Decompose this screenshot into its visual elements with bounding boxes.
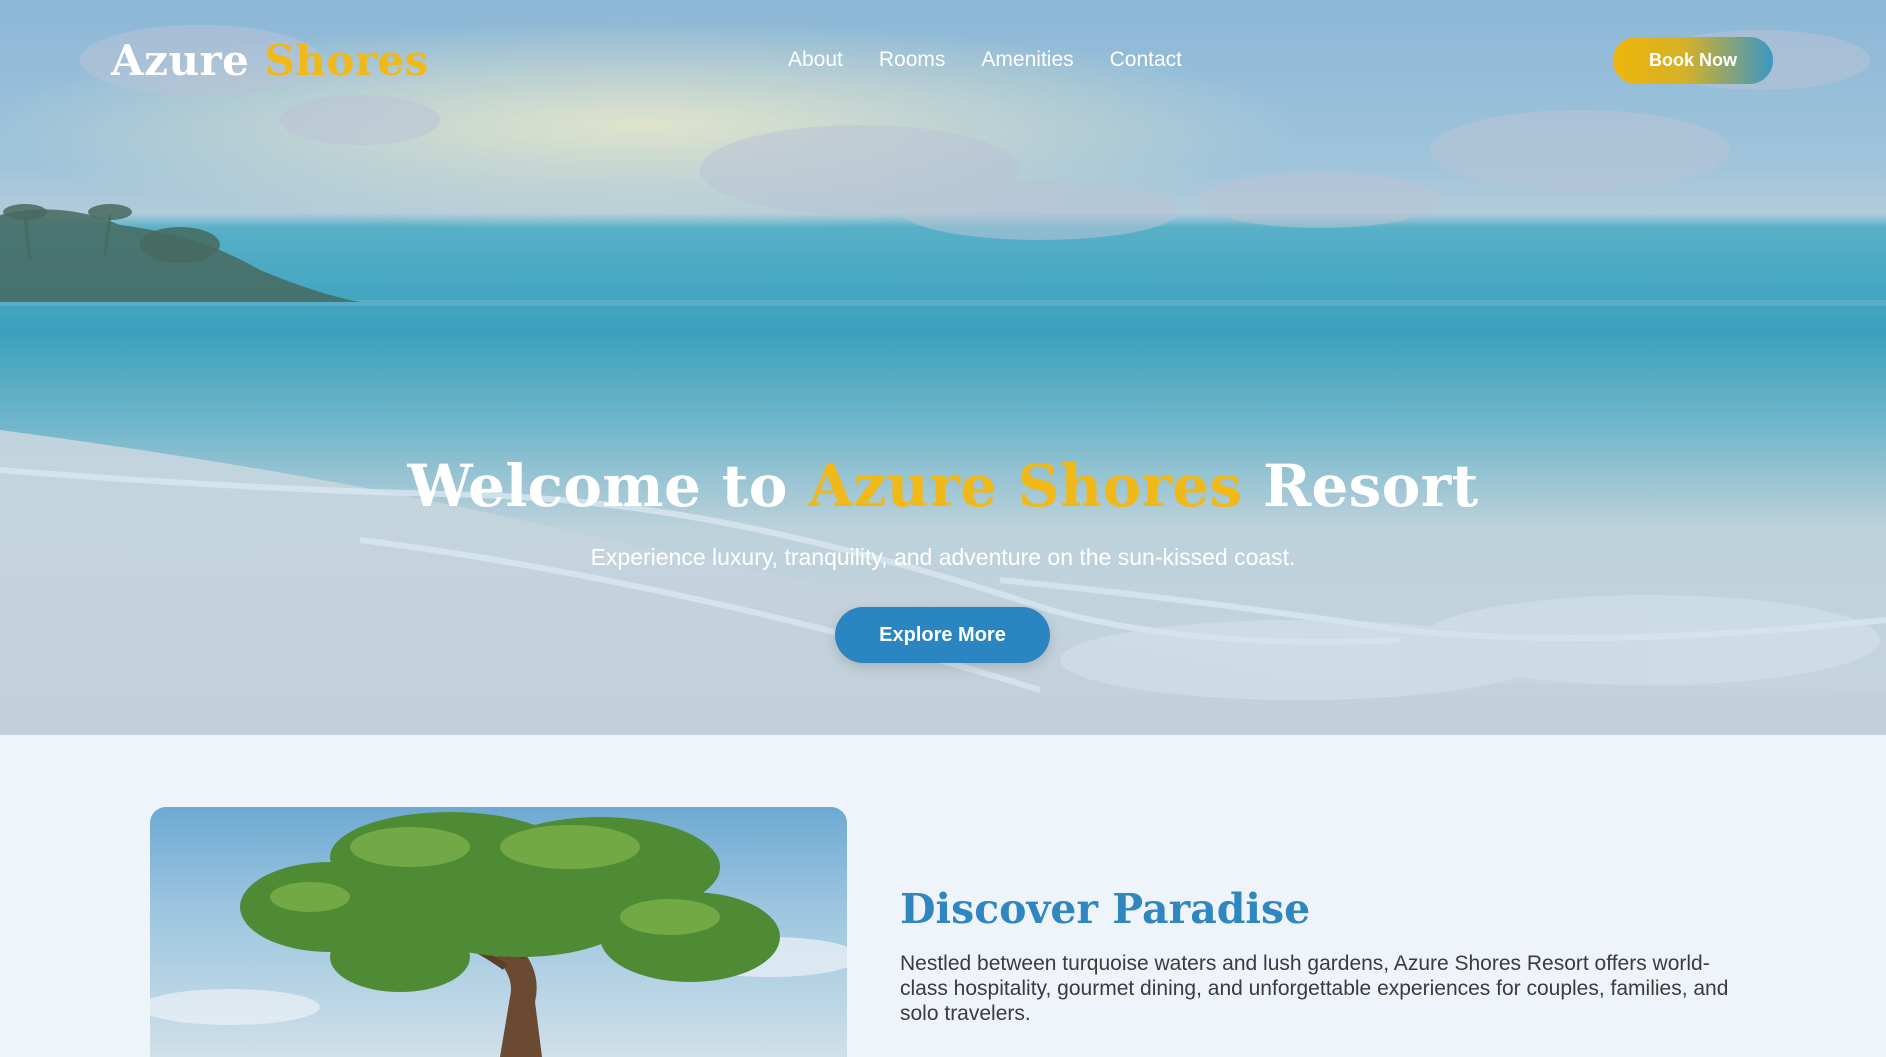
hero-title-accent: Azure Shores	[808, 452, 1243, 520]
about-title: Discover Paradise	[900, 885, 1311, 933]
brand-name-accent: Shores	[264, 36, 429, 85]
hero-section: Azure Shores About Rooms Amenities Conta…	[0, 0, 1886, 735]
hero-title: Welcome to Azure Shores Resort	[0, 452, 1886, 520]
top-navigation: Azure Shores About Rooms Amenities Conta…	[0, 0, 1886, 120]
about-description: Nestled between turquoise waters and lus…	[900, 952, 1729, 1025]
about-image	[150, 807, 847, 1057]
hero-subtitle: Experience luxury, tranquility, and adve…	[590, 544, 1296, 570]
nav-link-contact[interactable]: Contact	[1110, 48, 1182, 72]
nav-link-amenities[interactable]: Amenities	[981, 48, 1073, 72]
brand-logo[interactable]: Azure Shores	[111, 36, 429, 85]
hero-title-suffix: Resort	[1262, 452, 1479, 520]
nav-link-rooms[interactable]: Rooms	[879, 48, 946, 72]
hero-title-prefix: Welcome to	[407, 452, 788, 520]
book-now-button[interactable]: Book Now	[1613, 37, 1773, 84]
explore-more-button[interactable]: Explore More	[835, 607, 1050, 663]
about-section: Discover Paradise Nestled between turquo…	[0, 735, 1886, 1057]
tree-photo	[150, 812, 847, 1057]
nav-menu: About Rooms Amenities Contact	[788, 48, 1182, 72]
brand-name-primary: Azure	[111, 36, 250, 85]
nav-link-about[interactable]: About	[788, 48, 843, 72]
